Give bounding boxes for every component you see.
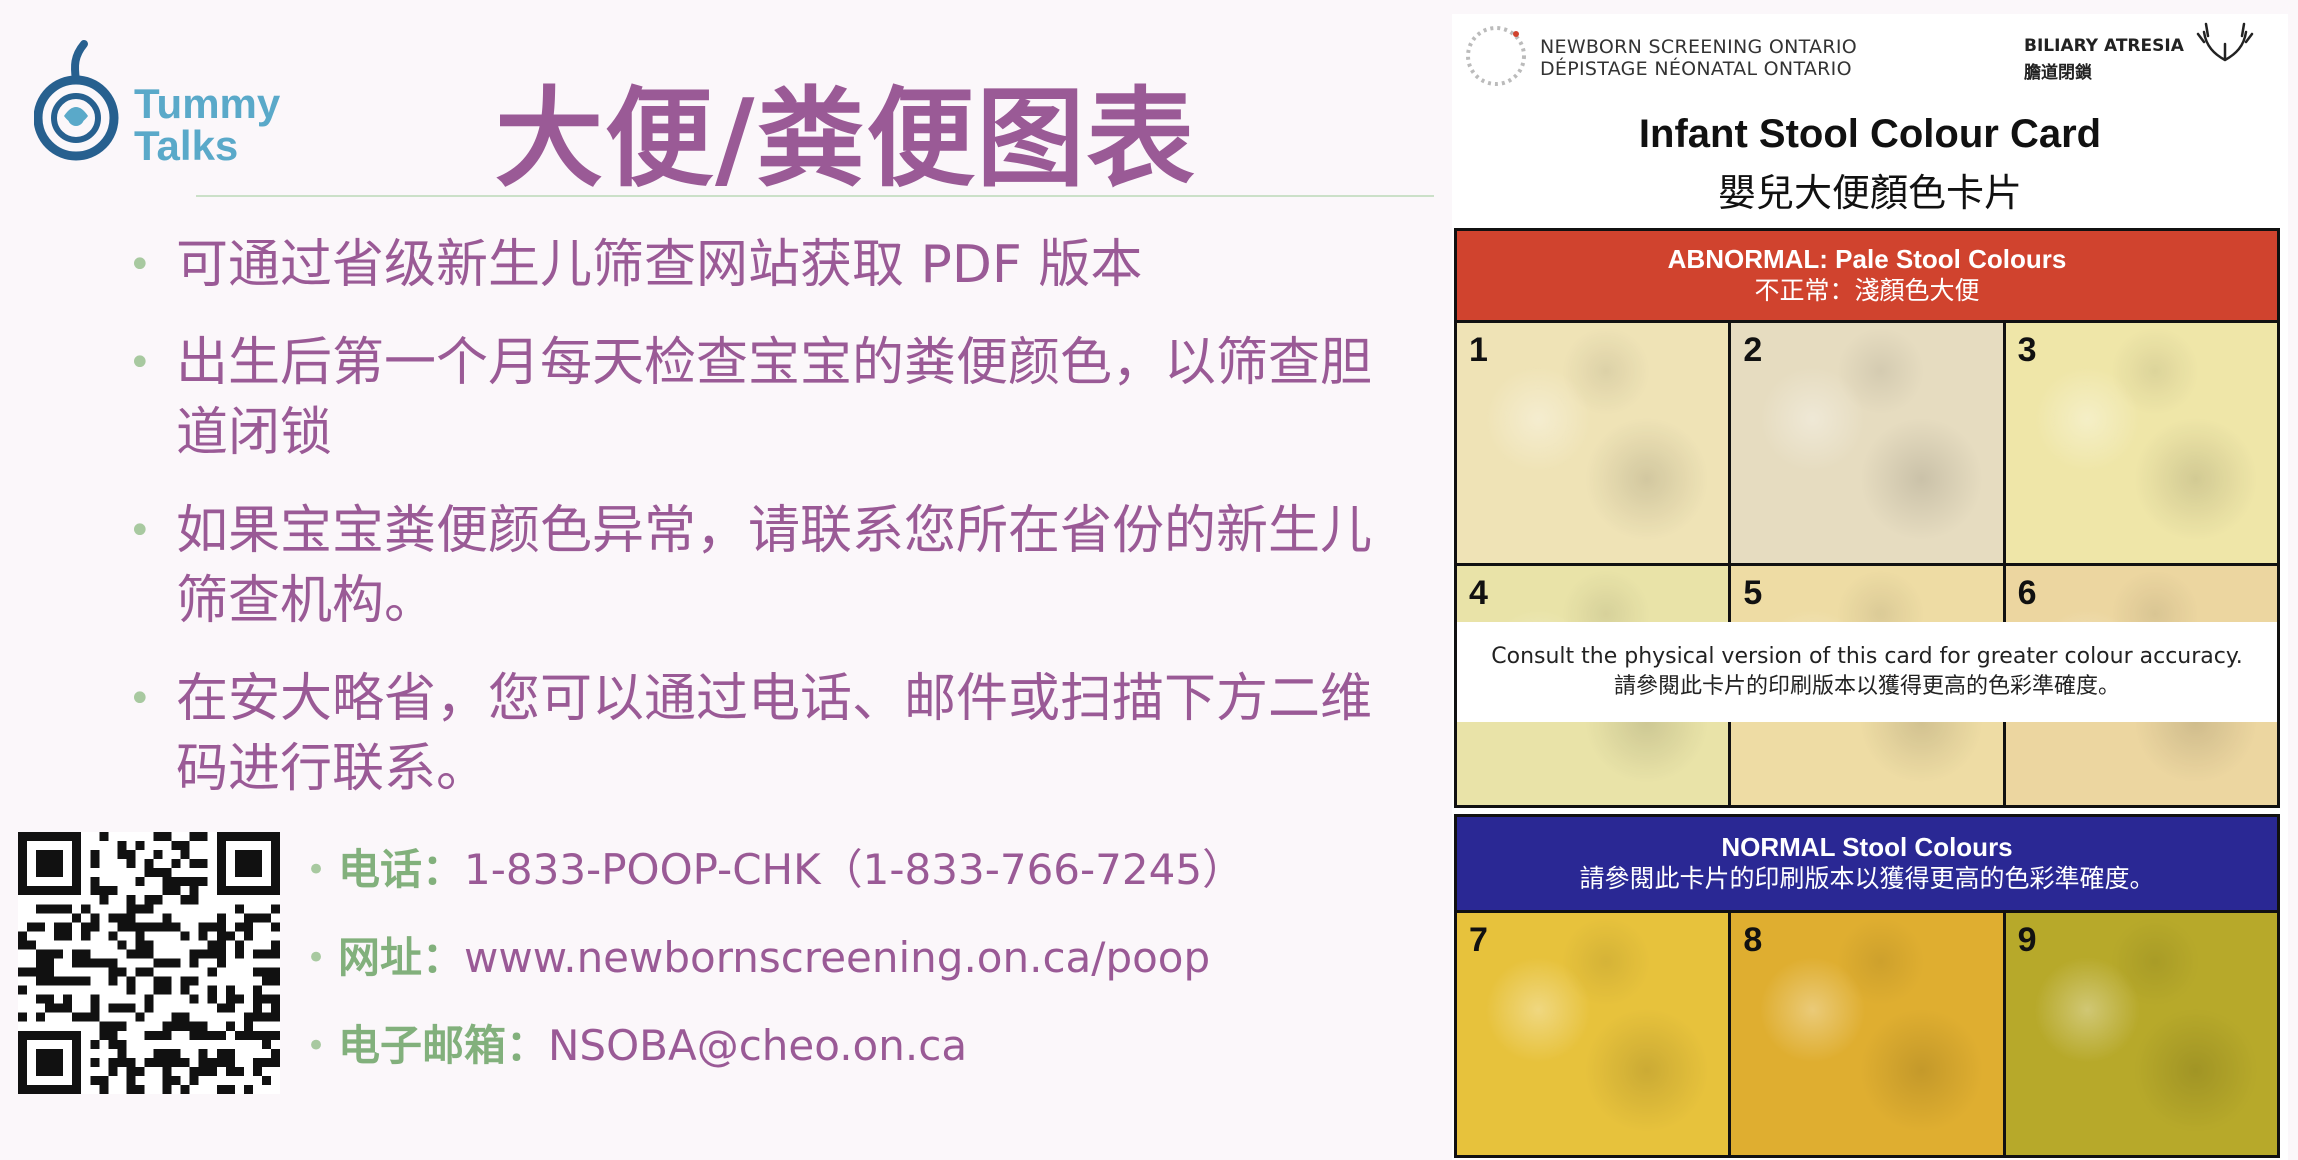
logo-text-tummy: Tummy bbox=[134, 80, 281, 127]
bullet-item-contact: 如果宝宝粪便颜色异常，请联系您所在省份的新生儿筛查机构。 bbox=[128, 496, 1418, 636]
email-label: 电子邮箱： bbox=[338, 1021, 549, 1070]
swatch-number: 9 bbox=[2017, 921, 2037, 959]
antlers-icon bbox=[2196, 22, 2254, 62]
normal-section-header: NORMAL Stool Colours 請參閱此卡片的印刷版本以獲得更高的色彩… bbox=[1454, 814, 2280, 910]
abnormal-subheading: 不正常：淺顏色大便 bbox=[1754, 276, 1980, 305]
biliary-atresia-label-zh: 膽道閉鎖 bbox=[2024, 63, 2092, 83]
swatch-number: 4 bbox=[1469, 573, 1488, 612]
title-divider bbox=[196, 195, 1434, 197]
swatch-number: 2 bbox=[1743, 331, 1763, 369]
newborn-screening-ontario-icon bbox=[1466, 26, 1526, 86]
logo-text-talks: Talks bbox=[134, 122, 239, 169]
tummy-logo-icon bbox=[34, 40, 119, 161]
swatch-number: 3 bbox=[2017, 331, 2037, 369]
contact-email: 电子邮箱：NSOBA@cheo.on.ca bbox=[306, 1016, 1244, 1104]
abnormal-section-header: ABNORMAL: Pale Stool Colours 不正常：淺顏色大便 bbox=[1454, 228, 2280, 320]
stool-colour-card: NEWBORN SCREENING ONTARIO DÉPISTAGE NÉON… bbox=[1452, 14, 2288, 1160]
stool-swatch-8: 8 bbox=[1731, 913, 2003, 1155]
website-label: 网址： bbox=[338, 933, 465, 982]
contact-phone: 电话：1-833-POOP-CHK（1-833-766-7245） bbox=[306, 840, 1244, 928]
card-subtitle: 嬰兒大便顏色卡片 bbox=[1717, 171, 2022, 215]
stool-swatch-3: 3 bbox=[2005, 323, 2277, 563]
phone-label: 电话： bbox=[338, 845, 465, 894]
contact-list: 电话：1-833-POOP-CHK（1-833-766-7245） 网址：www… bbox=[306, 840, 1244, 1104]
bullet-item-ontario: 在安大略省，您可以通过电话、邮件或扫描下方二维码进行联系。 bbox=[128, 664, 1418, 804]
qr-code[interactable] bbox=[18, 832, 280, 1094]
colour-accuracy-note: Consult the physical version of this car… bbox=[1457, 622, 2277, 722]
abnormal-heading: ABNORMAL: Pale Stool Colours bbox=[1667, 244, 2067, 274]
consult-note-zh: 請參閱此卡片的印刷版本以獲得更高的色彩準確度。 bbox=[1613, 674, 2120, 699]
bullet-item-pdf: 可通过省级新生儿筛查网站获取 PDF 版本 bbox=[128, 230, 1418, 300]
stool-swatch-2: 2 bbox=[1731, 323, 2003, 563]
stool-swatch-7: 7 bbox=[1457, 913, 1729, 1155]
org-name-en: NEWBORN SCREENING ONTARIO bbox=[1540, 36, 1858, 58]
swatch-number: 6 bbox=[2017, 573, 2037, 612]
normal-swatch-grid: 7 8 9 bbox=[1454, 910, 2280, 1158]
phone-value[interactable]: 1-833-POOP-CHK（1-833-766-7245） bbox=[464, 845, 1244, 894]
page-title: 大便/粪便图表 bbox=[495, 77, 1197, 202]
tummy-talks-logo: Tummy Talks bbox=[34, 38, 304, 178]
contact-website: 网址：www.newbornscreening.on.ca/poop bbox=[306, 928, 1244, 1016]
email-link[interactable]: NSOBA@cheo.on.ca bbox=[548, 1021, 967, 1070]
abnormal-swatch-grid: 1 2 3 4 5 6 bbox=[1454, 320, 2280, 808]
biliary-atresia-label: BILIARY ATRESIA bbox=[2024, 36, 2184, 56]
bullet-item-daily-check: 出生后第一个月每天检查宝宝的粪便颜色，以筛查胆道闭锁 bbox=[128, 328, 1418, 468]
org-name-fr: DÉPISTAGE NÉONATAL ONTARIO bbox=[1540, 58, 1852, 80]
consult-note-en: Consult the physical version of this car… bbox=[1491, 644, 2243, 669]
swatch-number: 5 bbox=[1743, 573, 1763, 612]
swatch-number: 8 bbox=[1743, 921, 1763, 959]
swatch-number: 1 bbox=[1469, 331, 1488, 369]
stool-swatch-9: 9 bbox=[2005, 913, 2277, 1155]
normal-heading: NORMAL Stool Colours bbox=[1721, 832, 2013, 862]
bullet-list: 可通过省级新生儿筛查网站获取 PDF 版本 出生后第一个月每天检查宝宝的粪便颜色… bbox=[128, 230, 1418, 832]
stool-swatch-1: 1 bbox=[1457, 323, 1729, 563]
website-link[interactable]: www.newbornscreening.on.ca/poop bbox=[464, 933, 1210, 982]
swatch-number: 7 bbox=[1469, 921, 1488, 959]
normal-subheading: 請參閱此卡片的印刷版本以獲得更高的色彩準確度。 bbox=[1579, 864, 2155, 893]
card-title: Infant Stool Colour Card bbox=[1638, 112, 2102, 156]
